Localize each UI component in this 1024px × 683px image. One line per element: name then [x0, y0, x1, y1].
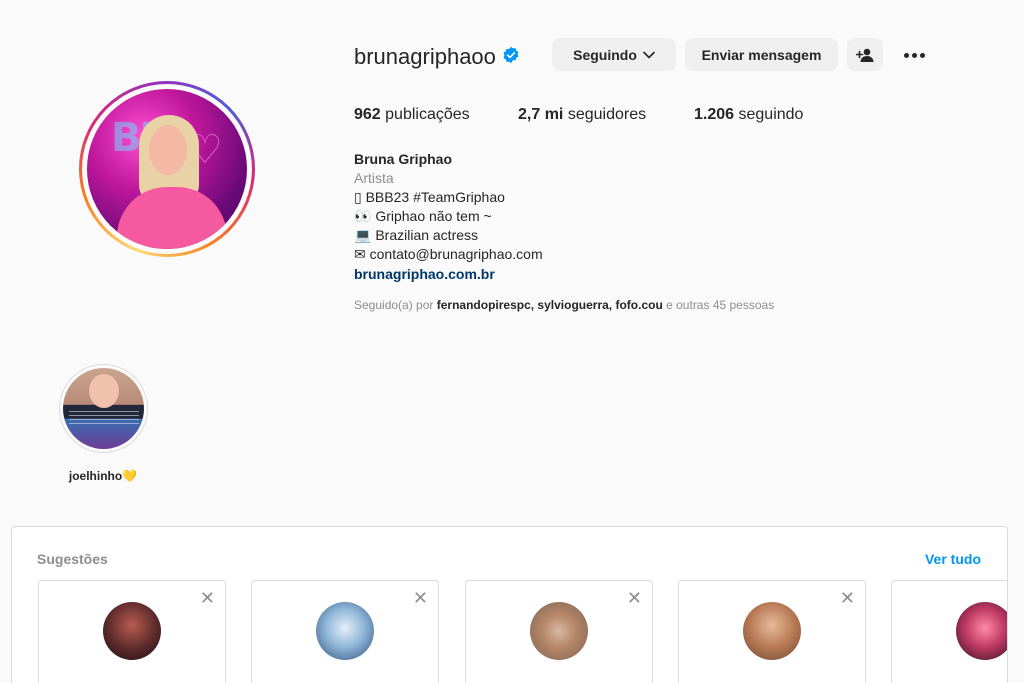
close-icon[interactable]: ✕: [200, 589, 215, 607]
suggestion-avatar[interactable]: [530, 602, 588, 660]
dot: [903, 52, 909, 58]
suggestion-card[interactable]: ✕: [251, 580, 439, 683]
bio-line-1: ▯ BBB23 #TeamGriphao: [354, 189, 505, 205]
suggestions-panel: Sugestões Ver tudo ✕ ✕ ✕ ✕: [11, 526, 1008, 683]
following-button[interactable]: Seguindo: [552, 38, 676, 71]
posts-label: publicações: [385, 106, 470, 123]
see-all-link[interactable]: Ver tudo: [925, 551, 981, 567]
suggestion-avatar[interactable]: [316, 602, 374, 660]
followed-by-users: fernandopirespc, sylvioguerra, fofo.cou: [436, 298, 663, 312]
send-message-label: Enviar mensagem: [701, 46, 822, 63]
suggestion-card[interactable]: ✕: [38, 580, 226, 683]
avatar-body: [117, 187, 227, 249]
profile-avatar[interactable]: BB ♡: [87, 89, 247, 249]
more-options-icon[interactable]: [899, 42, 929, 68]
followed-by-prefix: Seguido(a) por: [354, 298, 434, 312]
send-message-button[interactable]: Enviar mensagem: [685, 38, 838, 71]
bio-category: Artista: [354, 170, 394, 186]
highlight-caption-lines: [69, 408, 139, 424]
posts-stat: 962 publicações: [354, 106, 470, 124]
followers-label: seguidores: [567, 106, 647, 123]
close-icon[interactable]: ✕: [840, 589, 855, 607]
highlight-cover: [63, 368, 144, 449]
bio-line-3: 💻 Brazilian actress: [354, 227, 479, 243]
suggest-users-button[interactable]: [847, 38, 883, 71]
story-highlight[interactable]: [59, 364, 148, 453]
close-icon[interactable]: ✕: [627, 589, 642, 607]
following-count: 1.206: [694, 106, 735, 123]
profile-avatar-ring[interactable]: BB ♡: [79, 81, 255, 257]
suggestion-avatar[interactable]: [956, 602, 1007, 660]
dot: [911, 52, 917, 58]
highlight-face: [89, 374, 119, 408]
followed-by[interactable]: Seguido(a) por fernandopirespc, sylviogu…: [354, 298, 774, 312]
dot: [919, 52, 925, 58]
following-button-label: Seguindo: [573, 46, 637, 63]
bio-website-link[interactable]: brunagriphao.com.br: [354, 265, 495, 284]
suggestion-avatar[interactable]: [103, 602, 161, 660]
verified-badge-icon: [503, 46, 519, 64]
following-label: seguindo: [738, 106, 804, 123]
suggestion-card[interactable]: ✕: [465, 580, 653, 683]
suggestion-card[interactable]: ✕: [678, 580, 866, 683]
suggestions-title: Sugestões: [37, 551, 108, 567]
suggestion-card[interactable]: [891, 580, 1007, 683]
suggestion-avatar[interactable]: [743, 602, 801, 660]
add-person-icon: [856, 48, 874, 62]
followers-stat[interactable]: 2,7 mi seguidores: [518, 106, 646, 124]
avatar-face: [149, 125, 187, 175]
profile-username: brunagriphaoo: [354, 44, 496, 69]
close-icon[interactable]: ✕: [413, 589, 428, 607]
bio-full-name: Bruna Griphao: [354, 151, 453, 167]
followed-by-suffix: e outras 45 pessoas: [666, 298, 775, 312]
highlight-label[interactable]: joelhinho💛: [60, 469, 146, 483]
bio-line-4: ✉ contato@brunagriphao.com: [354, 246, 543, 262]
following-stat[interactable]: 1.206 seguindo: [694, 106, 803, 124]
posts-count: 962: [354, 106, 381, 123]
bio-line-2: 👀 Griphao não tem ~: [354, 208, 492, 224]
chevron-down-icon: [643, 51, 655, 59]
followers-count: 2,7 mi: [518, 106, 564, 123]
